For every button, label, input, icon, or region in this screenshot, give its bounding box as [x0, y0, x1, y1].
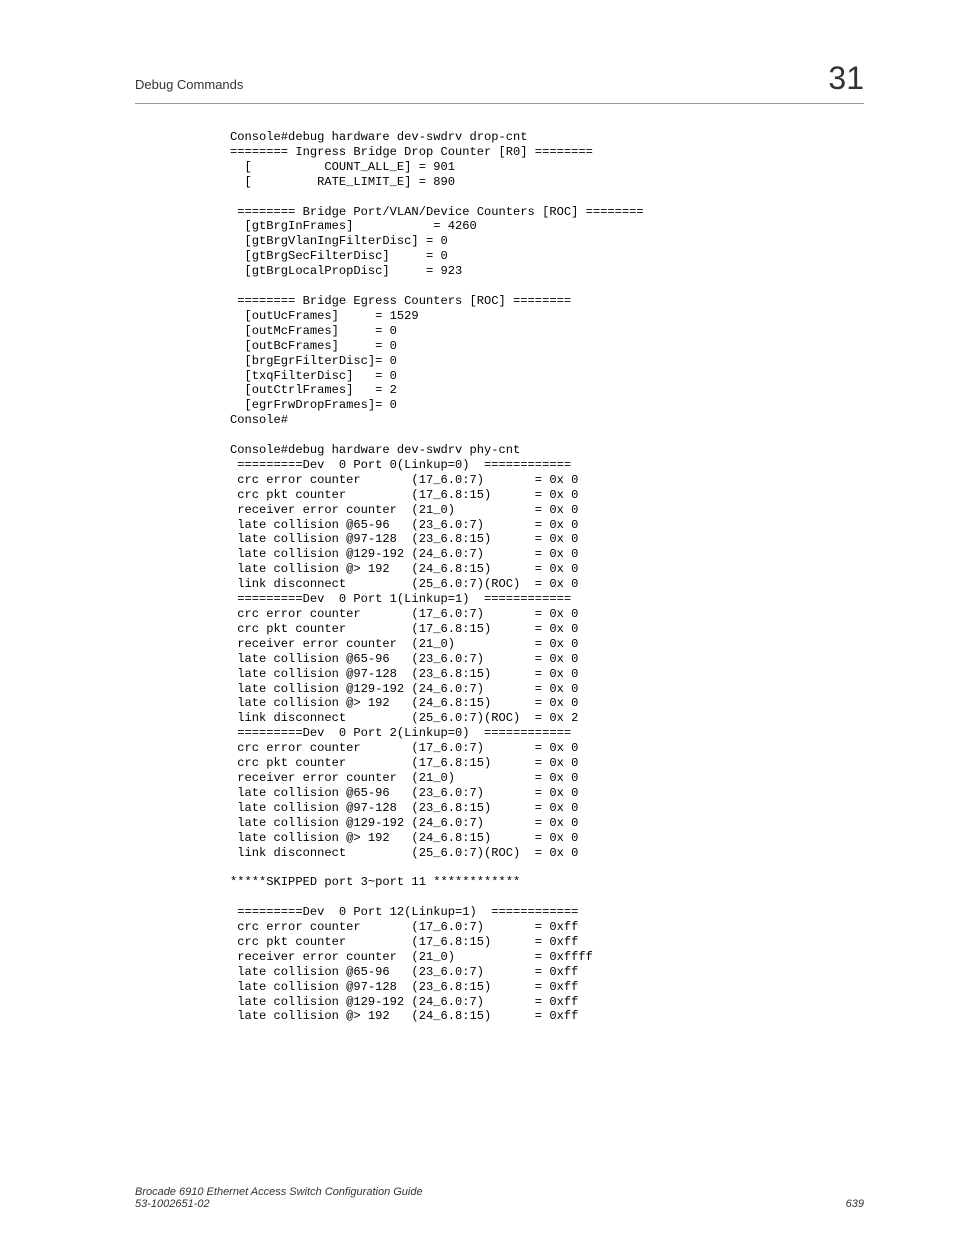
footer-doc-number: 53-1002651-02: [135, 1198, 423, 1210]
footer-doc-title: Brocade 6910 Ethernet Access Switch Conf…: [135, 1186, 423, 1198]
console-output: Console#debug hardware dev-swdrv drop-cn…: [230, 130, 884, 1024]
content-area: Console#debug hardware dev-swdrv drop-cn…: [230, 130, 884, 1024]
footer-page-number: 639: [846, 1198, 864, 1210]
header-chapter-number: 31: [828, 60, 864, 97]
page-container: Debug Commands 31 Console#debug hardware…: [0, 0, 954, 1235]
page-header: Debug Commands 31: [135, 60, 864, 104]
page-footer: Brocade 6910 Ethernet Access Switch Conf…: [135, 1186, 864, 1210]
header-section-title: Debug Commands: [135, 77, 243, 92]
footer-left: Brocade 6910 Ethernet Access Switch Conf…: [135, 1186, 423, 1210]
